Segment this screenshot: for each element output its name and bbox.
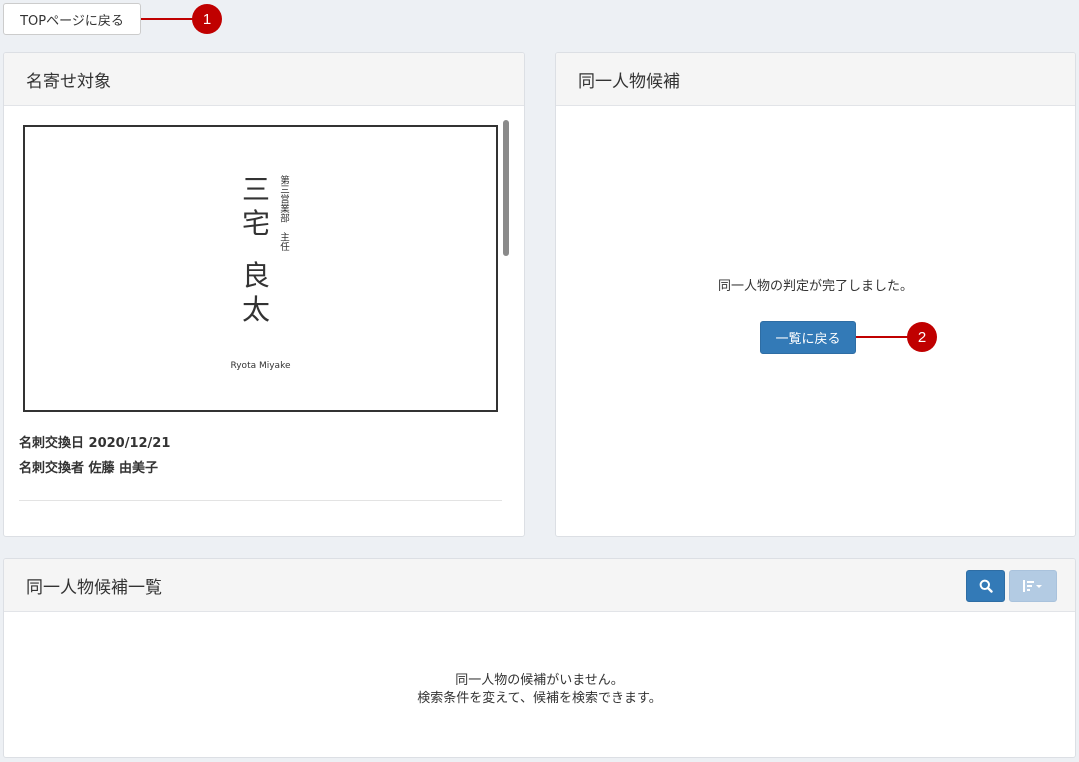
exchanger-name: 名刺交換者 佐藤 由美子 [19,461,159,476]
callout-badge-2: 2 [907,322,937,352]
sort-icon [1023,580,1042,592]
callout-line-1 [141,18,196,20]
empty-candidates-message: 同一人物の候補がいません。 検索条件を変えて、候補を検索できます。 [4,672,1075,708]
target-panel: 名寄せ対象 三 宅 良 太 第三営業部 主任 Ryota Miyake 名刺交換… [3,52,525,537]
callout-line-2 [856,336,911,338]
completion-message: 同一人物の判定が完了しました。 [717,279,913,294]
card-name-char: 三 [241,173,270,206]
back-to-top-button[interactable]: TOPページに戻る [3,3,141,35]
card-job-title: 第三営業部 主任 [278,175,289,251]
target-panel-body[interactable]: 三 宅 良 太 第三営業部 主任 Ryota Miyake 名刺交換日 2020… [4,106,524,536]
business-card-image[interactable]: 三 宅 良 太 第三営業部 主任 Ryota Miyake [23,125,498,412]
card-name-char: 良 [241,259,270,292]
search-icon [979,579,993,593]
card-meta: 名刺交換日 2020/12/21 名刺交換者 佐藤 由美子 [19,431,170,481]
candidate-panel-title: 同一人物候補 [556,53,1075,106]
divider [19,500,502,501]
candidate-panel: 同一人物候補 同一人物の判定が完了しました。 一覧に戻る [555,52,1076,537]
empty-message-line: 同一人物の候補がいません。 [455,673,624,688]
card-name-char: 太 [241,293,270,326]
list-toolbar [966,570,1057,602]
card-scrollbar[interactable] [503,120,509,256]
target-panel-title: 名寄せ対象 [4,53,524,106]
empty-message-line: 検索条件を変えて、候補を検索できます。 [417,691,662,706]
card-name: 三 宅 良 太 [236,173,276,327]
sort-dropdown-button[interactable] [1009,570,1057,602]
card-name-char: 宅 [241,207,270,240]
callout-badge-1: 1 [192,4,222,34]
back-to-list-button[interactable]: 一覧に戻る [760,321,856,354]
search-button[interactable] [966,570,1005,602]
candidate-list-title: 同一人物候補一覧 [4,559,1075,612]
card-romaji-name: Ryota Miyake [230,361,291,371]
exchange-date: 名刺交換日 2020/12/21 [19,436,171,451]
candidate-list-panel: 同一人物候補一覧 同一人物の候補がいません。 検索条件を変えて、候補を検索できま… [3,558,1076,758]
